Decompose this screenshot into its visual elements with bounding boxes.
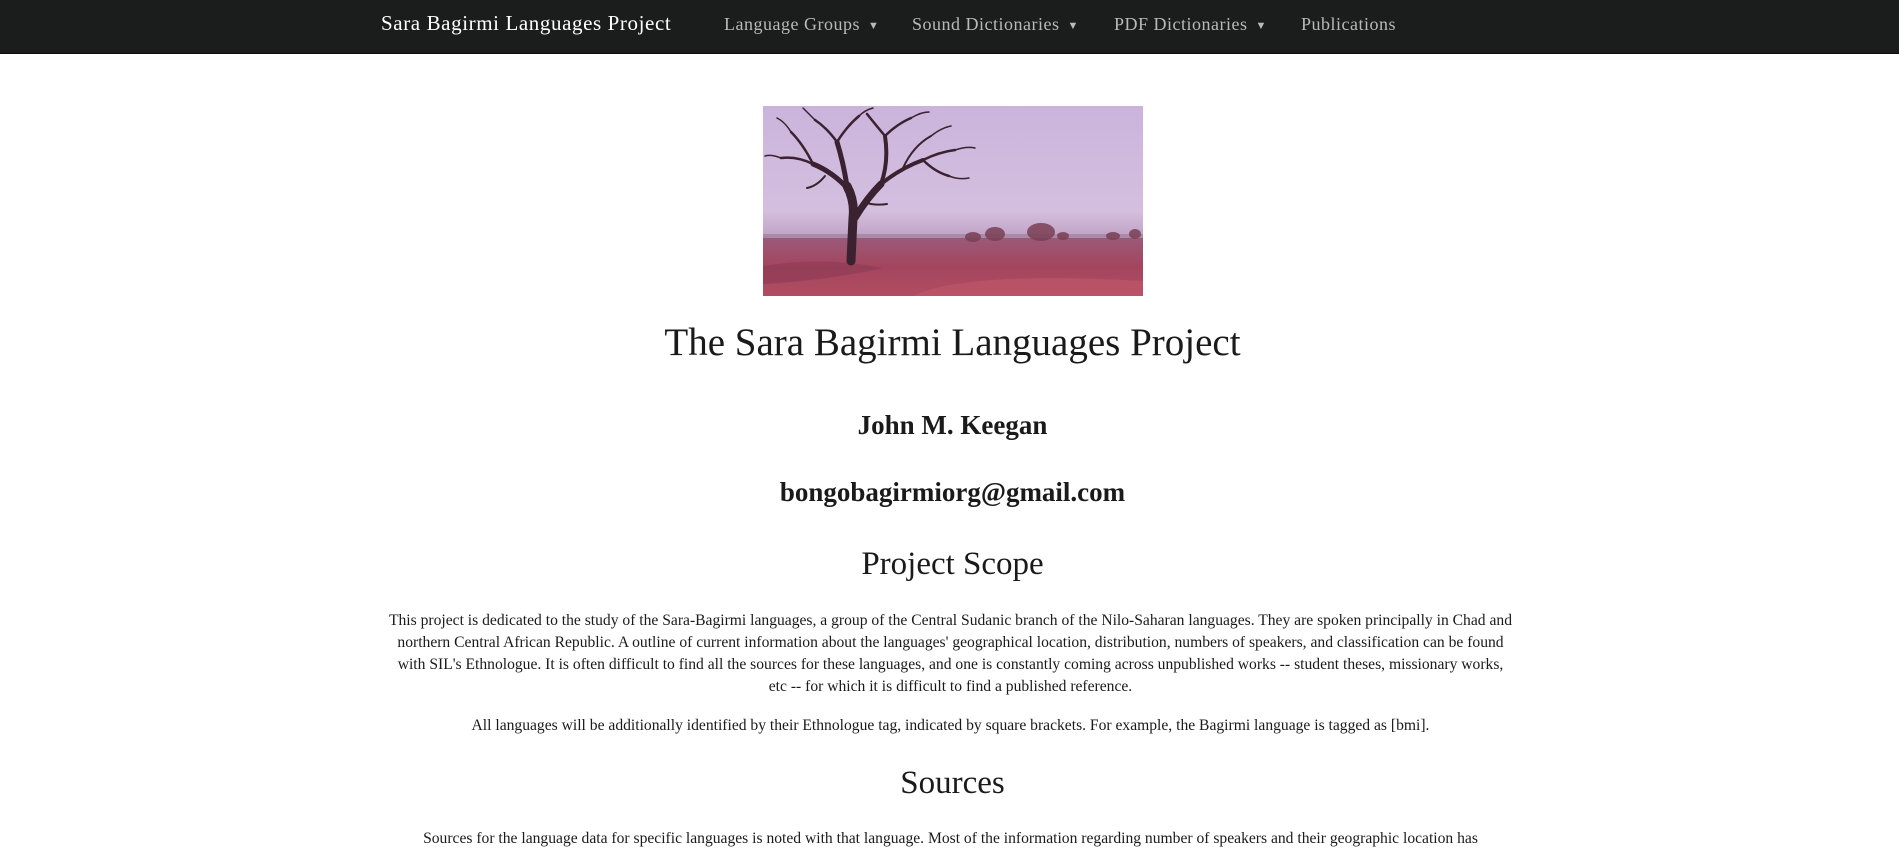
project-scope-heading: Project Scope [861, 546, 1044, 582]
nav-language-groups-label: Language Groups [724, 14, 860, 34]
contact-email[interactable]: bongobagirmiorg@gmail.com [0, 477, 1899, 508]
top-navbar: Sara Bagirmi Languages Project Language … [0, 0, 1899, 54]
nav-publications-label: Publications [1301, 14, 1396, 34]
page-title: The Sara Bagirmi Languages Project [664, 321, 1241, 364]
nav-pdf-dictionaries[interactable]: PDF Dictionaries ▼ [1114, 14, 1267, 35]
nav-sound-dictionaries-label: Sound Dictionaries [912, 14, 1060, 34]
caret-down-icon: ▼ [867, 20, 880, 32]
site-brand-link[interactable]: Sara Bagirmi Languages Project [381, 11, 671, 36]
caret-down-icon: ▼ [1255, 20, 1267, 32]
project-scope-paragraph: This project is dedicated to the study o… [388, 612, 1512, 695]
nav-publications[interactable]: Publications [1301, 14, 1396, 35]
banner-image [763, 106, 1143, 296]
author-name: John M. Keegan [857, 410, 1048, 440]
sources-heading: Sources [900, 765, 1005, 801]
nav-language-groups[interactable]: Language Groups ▼ [724, 14, 879, 35]
nav-sound-dictionaries[interactable]: Sound Dictionaries ▼ [912, 14, 1079, 35]
caret-down-icon: ▼ [1067, 20, 1079, 32]
baobab-tree-photo [763, 106, 1143, 296]
ethnologue-tag-paragraph: All languages will be additionally ident… [471, 717, 1430, 734]
nav-pdf-dictionaries-label: PDF Dictionaries [1114, 14, 1248, 34]
